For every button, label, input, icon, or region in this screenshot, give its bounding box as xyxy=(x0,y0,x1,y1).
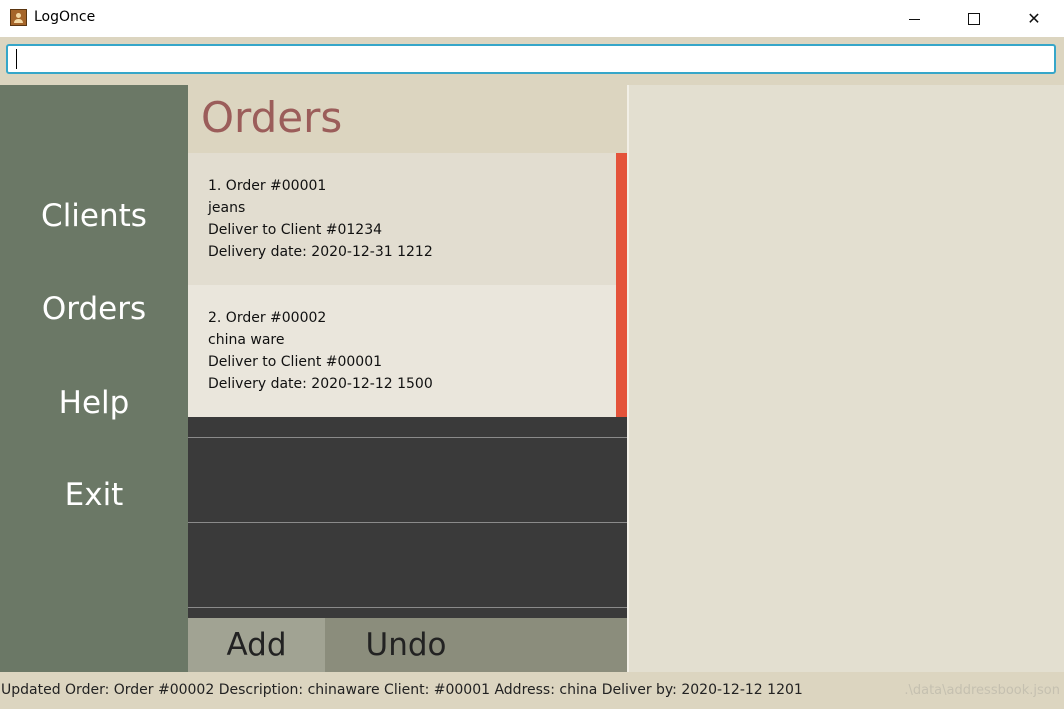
sidebar-item-help[interactable]: Help xyxy=(0,385,188,421)
list-scrollbar[interactable] xyxy=(616,153,627,417)
order-heading: 2. Order #00002 xyxy=(208,310,327,326)
list-divider xyxy=(188,522,627,523)
status-bar: Updated Order: Order #00002 Description:… xyxy=(0,672,1064,709)
undo-button[interactable]: Undo xyxy=(325,618,487,672)
order-description: jeans xyxy=(208,200,246,216)
detail-panel xyxy=(627,85,1064,672)
action-bar: Add Undo xyxy=(188,618,627,672)
maximize-icon xyxy=(968,12,980,25)
command-input[interactable] xyxy=(6,44,1056,74)
orders-panel: Orders 1. Order #00001 jeans Deliver to … xyxy=(188,85,627,672)
minimize-button[interactable] xyxy=(891,0,937,37)
window-title: LogOnce xyxy=(34,9,96,25)
close-button[interactable]: ✕ xyxy=(1011,0,1057,37)
status-message: Updated Order: Order #00002 Description:… xyxy=(1,682,803,698)
list-divider xyxy=(188,437,627,438)
order-client: Deliver to Client #00001 xyxy=(208,354,383,370)
order-delivery-date: Delivery date: 2020-12-31 1212 xyxy=(208,244,433,260)
data-file-path: .\data\addressbook.json xyxy=(904,683,1060,698)
sidebar-item-orders[interactable]: Orders xyxy=(0,291,188,327)
title-bar: LogOnce ✕ xyxy=(0,0,1064,37)
order-description: china ware xyxy=(208,332,285,348)
list-divider xyxy=(188,607,627,608)
close-icon: ✕ xyxy=(1027,9,1041,28)
page-title: Orders xyxy=(201,93,343,142)
minimize-icon xyxy=(908,19,920,20)
orders-header: Orders xyxy=(188,85,627,153)
command-bar xyxy=(0,37,1064,85)
sidebar-item-exit[interactable]: Exit xyxy=(0,477,188,513)
order-heading: 1. Order #00001 xyxy=(208,178,327,194)
text-caret xyxy=(16,49,17,69)
order-card[interactable]: 2. Order #00002 china ware Deliver to Cl… xyxy=(188,285,616,417)
order-delivery-date: Delivery date: 2020-12-12 1500 xyxy=(208,376,433,392)
sidebar: Clients Orders Help Exit xyxy=(0,85,188,672)
order-card[interactable]: 1. Order #00001 jeans Deliver to Client … xyxy=(188,153,616,285)
sidebar-item-clients[interactable]: Clients xyxy=(0,198,188,234)
maximize-button[interactable] xyxy=(951,0,997,37)
add-button[interactable]: Add xyxy=(188,618,325,672)
order-client: Deliver to Client #01234 xyxy=(208,222,383,238)
app-icon xyxy=(10,9,27,26)
